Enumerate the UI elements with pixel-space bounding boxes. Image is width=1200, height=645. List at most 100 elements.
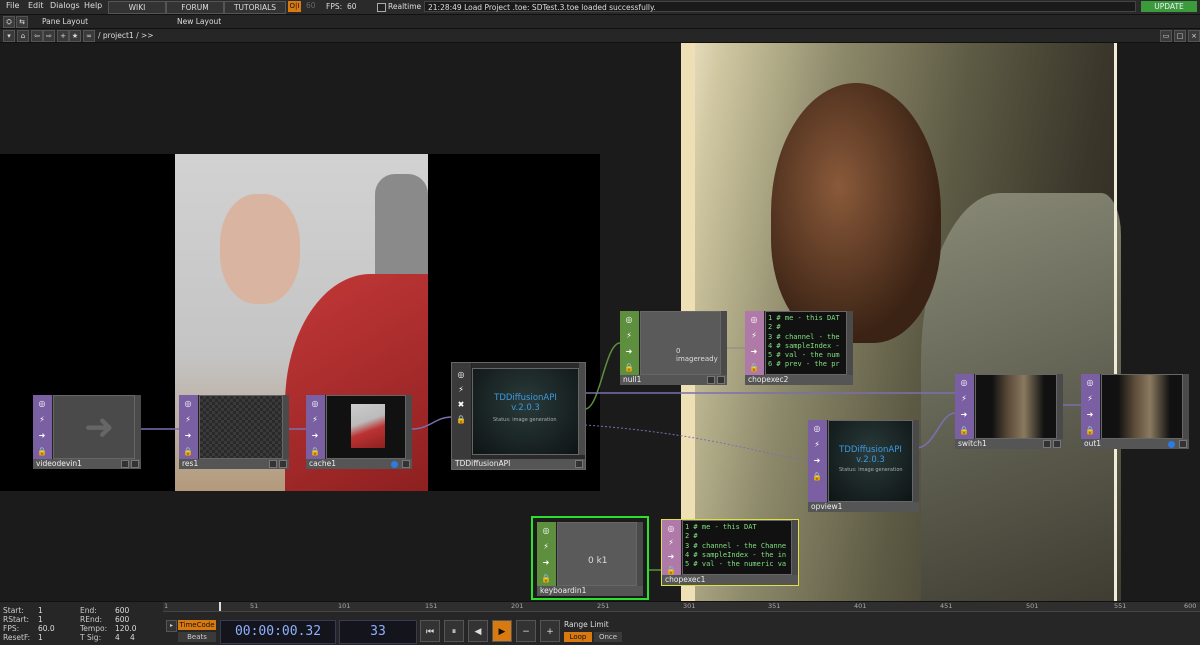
viewer-toggle-icon[interactable]: ◎ [1084, 377, 1096, 389]
node-switch[interactable]: ◎ ⚡ ➜ 🔒 switch1 [955, 374, 1063, 449]
display-icon[interactable]: ➜ [958, 409, 970, 421]
node-videodevin[interactable]: ◎ ⚡ ➜ 🔒 ➜ videodevin1 [33, 395, 141, 469]
network-path[interactable]: / project1 / >> [98, 31, 154, 40]
maximize-pane-icon[interactable]: □ [1174, 30, 1186, 42]
forward-icon[interactable]: ⇨ [43, 30, 55, 42]
loop-toggle[interactable]: Loop [564, 632, 592, 642]
tsig-denominator[interactable]: 4 [130, 633, 135, 642]
node-tddiffusionapi[interactable]: ◎ ⚡ ✖ 🔒 TDDiffusionAPI v.2.0.3 Status: i… [451, 362, 586, 470]
viewer-toggle-icon[interactable]: ◎ [665, 523, 677, 535]
bypass-icon[interactable]: ⚡ [748, 330, 760, 342]
node-cache[interactable]: ◎ ⚡ ➜ 🔒 cache1 [306, 395, 412, 469]
split-pane-icon[interactable]: ▭ [1160, 30, 1172, 42]
node-chopexec1[interactable]: ◎ ⚡ ➜ 🔒 1 # me - this DAT 2 # 3 # channe… [661, 519, 799, 586]
tsig-numerator[interactable]: 4 [115, 633, 120, 642]
playhead[interactable] [219, 602, 221, 611]
lock-icon[interactable]: 🔒 [182, 446, 194, 458]
rend-field[interactable]: 600 [115, 615, 129, 624]
pane-layout-label[interactable]: Pane Layout [42, 17, 88, 26]
forum-button[interactable]: FORUM [166, 1, 224, 14]
bypass-icon[interactable]: ⚡ [182, 414, 194, 426]
step-forward-button[interactable]: + [540, 620, 560, 642]
timeline-menu-icon[interactable]: ▸ [166, 620, 177, 632]
network-editor[interactable]: ◎ ⚡ ➜ 🔒 ➜ videodevin1 ◎ ⚡ ➜ 🔒 res1 ◎ ⚡ ➜… [0, 43, 1200, 601]
display-icon[interactable]: ➜ [540, 557, 552, 569]
display-icon[interactable]: ➜ [623, 346, 635, 358]
beats-toggle[interactable]: Beats [178, 632, 216, 642]
sync-icon[interactable]: ⇆ [16, 16, 28, 28]
fps-field[interactable]: 60.0 [38, 624, 55, 633]
display-icon[interactable]: ➜ [811, 455, 823, 467]
lock-icon[interactable]: 🔒 [958, 425, 970, 437]
menu-dialogs[interactable]: Dialogs [50, 1, 80, 10]
star-icon[interactable]: ★ [69, 30, 81, 42]
display-icon[interactable]: ➜ [182, 430, 194, 442]
viewer-toggle-icon[interactable]: ◎ [309, 398, 321, 410]
lock-icon[interactable]: 🔒 [455, 414, 467, 426]
bypass-icon[interactable]: ⚡ [623, 330, 635, 342]
new-layout-label[interactable]: New Layout [177, 17, 221, 26]
reverse-play-button[interactable]: ◀ [468, 620, 488, 642]
node-chopexec2[interactable]: ◎ ⚡ ➜ 🔒 1 # me - this DAT 2 # 3 # channe… [745, 311, 853, 385]
back-icon[interactable]: ⇦ [31, 30, 43, 42]
timecode-display[interactable]: 00:00:00.32 [220, 620, 336, 644]
timecode-toggle[interactable]: TimeCode [178, 620, 216, 630]
node-res[interactable]: ◎ ⚡ ➜ 🔒 res1 [179, 395, 289, 469]
viewer-toggle-icon[interactable]: ◎ [958, 377, 970, 389]
viewer-toggle-icon[interactable]: ◎ [36, 398, 48, 410]
close-icon[interactable]: ✖ [455, 399, 467, 411]
viewer-toggle-icon[interactable]: ◎ [623, 314, 635, 326]
resetf-field[interactable]: 1 [38, 633, 43, 642]
bypass-icon[interactable]: ⚡ [811, 439, 823, 451]
lock-icon[interactable]: 🔒 [540, 573, 552, 585]
menu-edit[interactable]: Edit [28, 1, 44, 10]
update-button[interactable]: UPDATE [1141, 1, 1197, 12]
lock-icon[interactable]: 🔒 [36, 446, 48, 458]
viewer-toggle-icon[interactable]: ◎ [455, 369, 467, 381]
lock-icon[interactable]: 🔒 [1084, 425, 1096, 437]
bypass-icon[interactable]: ⚡ [665, 537, 677, 549]
rewind-button[interactable]: ⏮ [420, 620, 440, 642]
display-icon[interactable]: ➜ [665, 551, 677, 563]
bypass-icon[interactable]: ⚡ [1084, 393, 1096, 405]
display-icon[interactable]: ➜ [36, 430, 48, 442]
menu-dropdown-icon[interactable]: ▾ [3, 30, 15, 42]
close-pane-icon[interactable]: × [1188, 30, 1200, 42]
add-icon[interactable]: + [57, 30, 69, 42]
display-icon[interactable]: ➜ [748, 346, 760, 358]
realtime-checkbox[interactable] [377, 3, 386, 12]
node-opview[interactable]: ◎ ⚡ ➜ 🔒 TDDiffusionAPI v.2.0.3 Status: i… [808, 420, 919, 512]
viewer-toggle-icon[interactable]: ◎ [182, 398, 194, 410]
dock-icon[interactable]: ⛭ [3, 16, 15, 28]
lock-icon[interactable]: 🔒 [309, 446, 321, 458]
wiki-button[interactable]: WIKI [108, 1, 166, 14]
viewer-toggle-icon[interactable]: ◎ [540, 525, 552, 537]
bypass-icon[interactable]: ⚡ [36, 414, 48, 426]
lock-icon[interactable]: 🔒 [811, 471, 823, 483]
start-field[interactable]: 1 [38, 606, 43, 615]
end-field[interactable]: 600 [115, 606, 129, 615]
viewer-toggle-icon[interactable]: ◎ [748, 314, 760, 326]
tutorials-button[interactable]: TUTORIALS [224, 1, 286, 14]
menu-file[interactable]: File [6, 1, 19, 10]
frame-display[interactable]: 33 [339, 620, 417, 644]
perform-mode-button[interactable]: O|I [288, 1, 301, 12]
pause-button[interactable]: ⏸ [444, 620, 464, 642]
bypass-icon[interactable]: ⚡ [455, 384, 467, 396]
bypass-icon[interactable]: ⚡ [958, 393, 970, 405]
bypass-icon[interactable]: ⚡ [309, 414, 321, 426]
link-icon[interactable]: ∞ [83, 30, 95, 42]
display-icon[interactable]: ➜ [1084, 409, 1096, 421]
lock-icon[interactable]: 🔒 [623, 362, 635, 374]
node-null[interactable]: ◎ ⚡ ➜ 🔒 0 imageready null1 [620, 311, 727, 385]
display-icon[interactable]: ➜ [309, 430, 321, 442]
viewer-toggle-icon[interactable]: ◎ [811, 423, 823, 435]
once-toggle[interactable]: Once [594, 632, 622, 642]
menu-help[interactable]: Help [84, 1, 102, 10]
rstart-field[interactable]: 1 [38, 615, 43, 624]
timeline-ruler[interactable]: 1 51 101 151 201 251 301 351 401 451 501… [163, 602, 1200, 612]
home-icon[interactable]: ⌂ [17, 30, 29, 42]
node-out[interactable]: ◎ ⚡ ➜ 🔒 out1 [1081, 374, 1189, 449]
play-button[interactable]: ▶ [492, 620, 512, 642]
lock-icon[interactable]: 🔒 [748, 362, 760, 374]
